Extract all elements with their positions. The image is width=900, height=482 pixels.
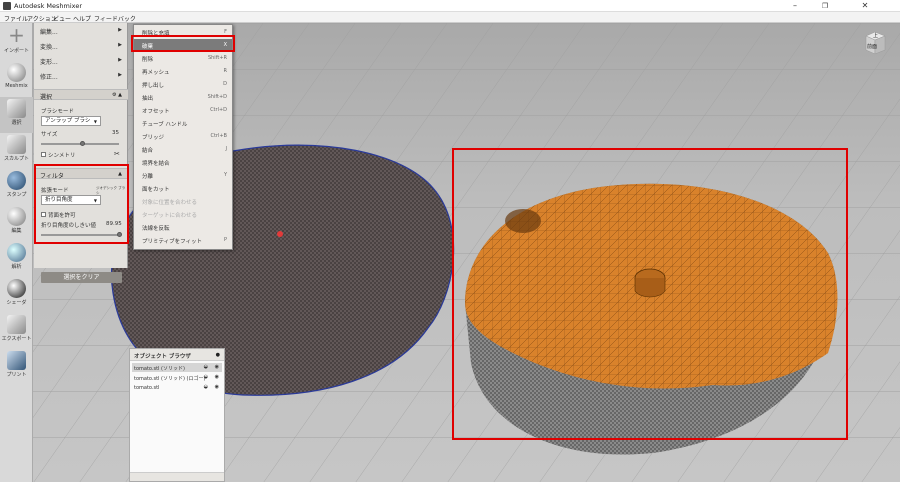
object-row[interactable]: tomato.stl (ソリッド) (ロゴー) ◒ ◉	[132, 373, 222, 382]
edit-context-menu: 削除と充填 F 破棄 X 削除 Shift+R 再メッシュ R 押し出し D 抽出 Shif…	[133, 24, 233, 250]
menu-help[interactable]: ヘルプ	[73, 14, 91, 23]
eye-icon[interactable]: ◉	[215, 374, 219, 380]
scissors-icon[interactable]: ✂	[114, 150, 120, 158]
menu-item-flip-normals[interactable]: 法線を反転	[134, 221, 232, 234]
analysis-icon	[7, 243, 26, 262]
export-icon	[7, 315, 26, 334]
sculpt-icon	[7, 135, 26, 154]
eye-icon[interactable]: ◉	[215, 384, 219, 390]
menu-item-remesh[interactable]: 再メッシュ R	[134, 65, 232, 78]
brush-mode-dropdown[interactable]: アンラップ ブラシ ▼	[41, 116, 101, 126]
maximize-button[interactable]: ❐	[810, 0, 840, 12]
menu-file[interactable]: ファイル	[4, 14, 28, 23]
highlight-box-discard	[131, 35, 235, 52]
settings-collapse-icon[interactable]: ⚙ ▲	[112, 92, 122, 98]
tool-import[interactable]: + インポート	[0, 25, 33, 61]
size-slider-knob[interactable]	[80, 141, 85, 146]
menu-item-join[interactable]: 結合 J	[134, 143, 232, 156]
select-icon	[7, 99, 26, 118]
title-bar: Autodesk Meshmixer – ❐ ✕	[0, 0, 900, 12]
brush-cursor	[277, 231, 283, 237]
chevron-right-icon: ▶	[118, 57, 122, 63]
object-row[interactable]: tomato.stl (ソリッド) ◒ ◉	[132, 363, 222, 372]
chevron-down-icon: ▼	[93, 119, 97, 124]
menu-item-fit-primitive[interactable]: プリミティブをフィット P	[134, 234, 232, 247]
menu-item-bridge[interactable]: ブリッジ Ctrl+B	[134, 130, 232, 143]
menu-item-offset[interactable]: オフセット Ctrl+D	[134, 104, 232, 117]
nav-cube-front-label: 前面	[867, 44, 878, 50]
object-browser-footer	[130, 472, 224, 481]
panel-item-deform[interactable]: 変形... ▶	[34, 53, 128, 67]
tool-sculpt[interactable]: スカルプト	[0, 133, 33, 169]
menu-item-extract[interactable]: 抽出 Shift+D	[134, 91, 232, 104]
tool-export[interactable]: エクスポート	[0, 313, 33, 349]
tool-edit[interactable]: 編集	[0, 205, 33, 241]
symmetry-label: シンメトリ	[48, 153, 76, 159]
object-options-icon[interactable]: ◒	[204, 364, 208, 370]
menu-item-align-to-object[interactable]: 対象に位置を合わせる	[134, 195, 232, 208]
close-icon[interactable]: ●	[216, 352, 220, 358]
menu-item-extrude[interactable]: 押し出し D	[134, 78, 232, 91]
panel-item-edit[interactable]: 編集... ▶	[34, 23, 128, 37]
menu-item-separate[interactable]: 分離 Y	[134, 169, 232, 182]
panel-item-convert[interactable]: 変換... ▶	[34, 38, 128, 52]
chevron-right-icon: ▶	[118, 27, 122, 33]
object-row[interactable]: tomato.stl ◒ ◉	[132, 383, 222, 392]
object-browser-header[interactable]: オブジェクト ブラウザ ●	[130, 349, 224, 361]
select-section-header[interactable]: 選択 ⚙ ▲	[34, 89, 128, 101]
chevron-right-icon: ▶	[118, 72, 122, 78]
object-options-icon[interactable]: ◒	[204, 374, 208, 380]
tool-print[interactable]: プリント	[0, 349, 33, 385]
menu-item-join-boundary[interactable]: 境界を結合	[134, 156, 232, 169]
symmetry-checkbox[interactable]	[41, 152, 46, 157]
object-options-icon[interactable]: ◒	[204, 384, 208, 390]
clear-selection-button[interactable]: 選択をクリア	[41, 272, 122, 283]
nav-cube[interactable]: 上 前面	[862, 30, 888, 56]
meshmix-icon	[7, 63, 26, 82]
menu-feedback[interactable]: フィードバック	[94, 14, 136, 23]
tool-analysis[interactable]: 解析	[0, 241, 33, 277]
left-toolbar: + インポート Meshmix 選択 スカルプト スタンプ 編集 解析 シェーダ…	[0, 23, 33, 482]
size-value: 35	[112, 130, 119, 136]
nav-cube-top-label: 上	[873, 33, 879, 39]
object-browser: オブジェクト ブラウザ ● tomato.stl (ソリッド) ◒ ◉ toma…	[129, 348, 225, 482]
menu-item-align-to-target[interactable]: ターゲットに合わせる	[134, 208, 232, 221]
menu-item-tube-handle[interactable]: チューブ ハンドル	[134, 117, 232, 130]
edit-icon	[7, 207, 26, 226]
panel-item-modify[interactable]: 修正... ▶	[34, 68, 128, 82]
stamp-icon	[7, 171, 26, 190]
highlight-box-filter	[34, 164, 129, 244]
shader-icon	[7, 279, 26, 298]
menu-view[interactable]: ビュー	[53, 14, 71, 23]
plus-icon: +	[8, 23, 25, 47]
menu-item-delete[interactable]: 削除 Shift+R	[134, 52, 232, 65]
close-button[interactable]: ✕	[850, 0, 880, 12]
highlight-box-object	[452, 148, 848, 440]
tool-meshmix[interactable]: Meshmix	[0, 61, 33, 97]
tool-select[interactable]: 選択	[0, 97, 33, 133]
minimize-button[interactable]: –	[780, 0, 810, 12]
window-title: Autodesk Meshmixer	[14, 2, 83, 10]
chevron-right-icon: ▶	[118, 42, 122, 48]
brush-mode-label: ブラシモード	[41, 109, 74, 115]
tool-shader[interactable]: シェーダ	[0, 277, 33, 313]
size-label: サイズ	[41, 132, 58, 138]
print-icon	[7, 351, 26, 370]
tool-stamp[interactable]: スタンプ	[0, 169, 33, 205]
eye-icon[interactable]: ◉	[215, 364, 219, 370]
menu-bar: ファイル アクション ビュー ヘルプ フィードバック	[0, 12, 900, 23]
menu-item-plane-cut[interactable]: 面をカット	[134, 182, 232, 195]
app-icon	[3, 2, 11, 10]
